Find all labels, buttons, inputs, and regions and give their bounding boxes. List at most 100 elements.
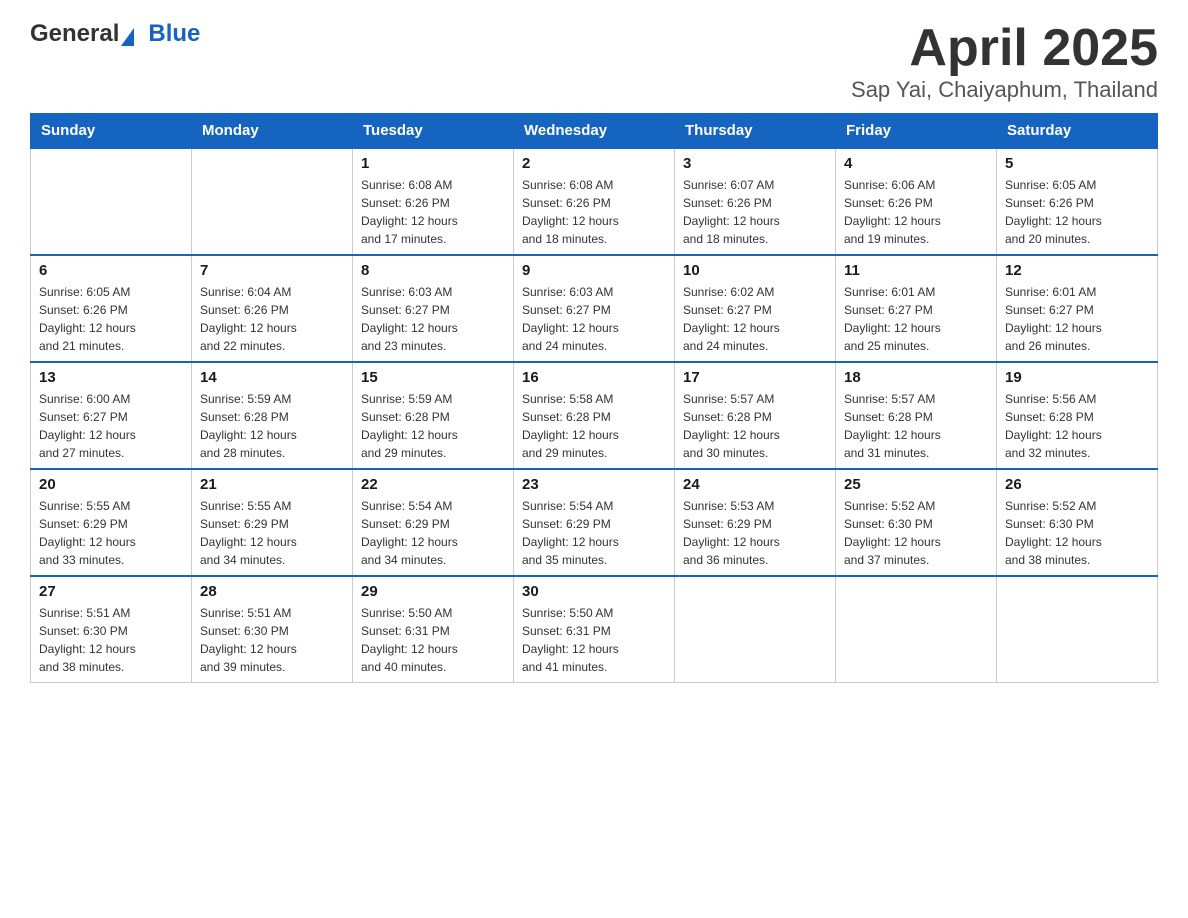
day-number: 26 bbox=[1005, 476, 1149, 493]
day-info: Sunrise: 6:00 AM Sunset: 6:27 PM Dayligh… bbox=[39, 390, 183, 462]
day-number: 15 bbox=[361, 369, 505, 386]
day-info: Sunrise: 6:08 AM Sunset: 6:26 PM Dayligh… bbox=[361, 176, 505, 248]
day-info: Sunrise: 5:59 AM Sunset: 6:28 PM Dayligh… bbox=[200, 390, 344, 462]
calendar-cell: 7 Sunrise: 6:04 AM Sunset: 6:26 PM Daylig… bbox=[192, 255, 353, 362]
calendar-cell: 18 Sunrise: 5:57 AM Sunset: 6:28 PM Dayli… bbox=[836, 362, 997, 469]
calendar-cell: 21 Sunrise: 5:55 AM Sunset: 6:29 PM Dayli… bbox=[192, 469, 353, 576]
day-number: 12 bbox=[1005, 262, 1149, 279]
calendar-cell: 28 Sunrise: 5:51 AM Sunset: 6:30 PM Dayli… bbox=[192, 576, 353, 683]
day-info: Sunrise: 5:53 AM Sunset: 6:29 PM Dayligh… bbox=[683, 497, 827, 569]
day-number: 17 bbox=[683, 369, 827, 386]
calendar-cell: 9 Sunrise: 6:03 AM Sunset: 6:27 PM Daylig… bbox=[514, 255, 675, 362]
calendar-cell: 29Sunrise: 5:50 AM Sunset: 6:31 PM Dayli… bbox=[353, 576, 514, 683]
calendar-cell: 12 Sunrise: 6:01 AM Sunset: 6:27 PM Dayli… bbox=[997, 255, 1158, 362]
day-of-week-header: Wednesday bbox=[514, 114, 675, 149]
day-info: Sunrise: 5:56 AM Sunset: 6:28 PM Dayligh… bbox=[1005, 390, 1149, 462]
day-number: 4 bbox=[844, 155, 988, 172]
day-number: 28 bbox=[200, 583, 344, 600]
calendar-cell: 17 Sunrise: 5:57 AM Sunset: 6:28 PM Dayli… bbox=[675, 362, 836, 469]
day-info: Sunrise: 6:01 AM Sunset: 6:27 PM Dayligh… bbox=[1005, 283, 1149, 355]
calendar-cell: 2 Sunrise: 6:08 AM Sunset: 6:26 PM Daylig… bbox=[514, 148, 675, 255]
day-number: 7 bbox=[200, 262, 344, 279]
day-of-week-header: Friday bbox=[836, 114, 997, 149]
calendar-cell: 14 Sunrise: 5:59 AM Sunset: 6:28 PM Dayli… bbox=[192, 362, 353, 469]
calendar-cell: 6 Sunrise: 6:05 AM Sunset: 6:26 PM Daylig… bbox=[31, 255, 192, 362]
day-number: 2 bbox=[522, 155, 666, 172]
page-title: April 2025 bbox=[851, 20, 1158, 77]
day-info: Sunrise: 5:54 AM Sunset: 6:29 PM Dayligh… bbox=[361, 497, 505, 569]
day-number: 16 bbox=[522, 369, 666, 386]
day-info: Sunrise: 5:57 AM Sunset: 6:28 PM Dayligh… bbox=[844, 390, 988, 462]
calendar-cell bbox=[836, 576, 997, 683]
day-info: Sunrise: 5:55 AM Sunset: 6:29 PM Dayligh… bbox=[39, 497, 183, 569]
calendar-cell bbox=[192, 148, 353, 255]
day-info: Sunrise: 6:06 AM Sunset: 6:26 PM Dayligh… bbox=[844, 176, 988, 248]
day-number: 6 bbox=[39, 262, 183, 279]
logo-triangle-icon bbox=[121, 28, 134, 46]
day-info: Sunrise: 6:07 AM Sunset: 6:26 PM Dayligh… bbox=[683, 176, 827, 248]
day-info: Sunrise: 6:03 AM Sunset: 6:27 PM Dayligh… bbox=[522, 283, 666, 355]
day-number: 25 bbox=[844, 476, 988, 493]
calendar-cell: 3 Sunrise: 6:07 AM Sunset: 6:26 PM Daylig… bbox=[675, 148, 836, 255]
day-info: Sunrise: 5:54 AM Sunset: 6:29 PM Dayligh… bbox=[522, 497, 666, 569]
calendar-week-row: 13Sunrise: 6:00 AM Sunset: 6:27 PM Dayli… bbox=[31, 362, 1158, 469]
calendar-cell: 5Sunrise: 6:05 AM Sunset: 6:26 PM Daylig… bbox=[997, 148, 1158, 255]
day-info: Sunrise: 6:01 AM Sunset: 6:27 PM Dayligh… bbox=[844, 283, 988, 355]
calendar-cell: 11 Sunrise: 6:01 AM Sunset: 6:27 PM Dayli… bbox=[836, 255, 997, 362]
calendar-cell: 1 Sunrise: 6:08 AM Sunset: 6:26 PM Daylig… bbox=[353, 148, 514, 255]
calendar-cell: 10Sunrise: 6:02 AM Sunset: 6:27 PM Dayli… bbox=[675, 255, 836, 362]
day-number: 14 bbox=[200, 369, 344, 386]
day-number: 30 bbox=[522, 583, 666, 600]
day-number: 8 bbox=[361, 262, 505, 279]
day-info: Sunrise: 6:02 AM Sunset: 6:27 PM Dayligh… bbox=[683, 283, 827, 355]
day-info: Sunrise: 5:51 AM Sunset: 6:30 PM Dayligh… bbox=[39, 604, 183, 676]
logo-general: General bbox=[30, 20, 119, 48]
calendar-cell bbox=[675, 576, 836, 683]
day-info: Sunrise: 6:05 AM Sunset: 6:26 PM Dayligh… bbox=[1005, 176, 1149, 248]
calendar-cell: 27 Sunrise: 5:51 AM Sunset: 6:30 PM Dayli… bbox=[31, 576, 192, 683]
day-of-week-header: Sunday bbox=[31, 114, 192, 149]
calendar-cell: 20 Sunrise: 5:55 AM Sunset: 6:29 PM Dayli… bbox=[31, 469, 192, 576]
calendar-cell bbox=[31, 148, 192, 255]
day-of-week-header: Monday bbox=[192, 114, 353, 149]
day-info: Sunrise: 5:59 AM Sunset: 6:28 PM Dayligh… bbox=[361, 390, 505, 462]
page-subtitle: Sap Yai, Chaiyaphum, Thailand bbox=[851, 77, 1158, 103]
day-info: Sunrise: 5:51 AM Sunset: 6:30 PM Dayligh… bbox=[200, 604, 344, 676]
day-info: Sunrise: 5:50 AM Sunset: 6:31 PM Dayligh… bbox=[522, 604, 666, 676]
day-number: 1 bbox=[361, 155, 505, 172]
logo: General Blue bbox=[30, 20, 200, 48]
title-block: April 2025 Sap Yai, Chaiyaphum, Thailand bbox=[851, 20, 1158, 103]
calendar-cell: 16Sunrise: 5:58 AM Sunset: 6:28 PM Dayli… bbox=[514, 362, 675, 469]
day-number: 21 bbox=[200, 476, 344, 493]
day-info: Sunrise: 6:04 AM Sunset: 6:26 PM Dayligh… bbox=[200, 283, 344, 355]
day-number: 3 bbox=[683, 155, 827, 172]
day-number: 20 bbox=[39, 476, 183, 493]
calendar-cell: 19 Sunrise: 5:56 AM Sunset: 6:28 PM Dayli… bbox=[997, 362, 1158, 469]
calendar-cell: 30 Sunrise: 5:50 AM Sunset: 6:31 PM Dayli… bbox=[514, 576, 675, 683]
day-info: Sunrise: 6:08 AM Sunset: 6:26 PM Dayligh… bbox=[522, 176, 666, 248]
page-header: General Blue April 2025 Sap Yai, Chaiyap… bbox=[30, 20, 1158, 103]
calendar-week-row: 1 Sunrise: 6:08 AM Sunset: 6:26 PM Daylig… bbox=[31, 148, 1158, 255]
day-of-week-header: Thursday bbox=[675, 114, 836, 149]
day-info: Sunrise: 5:52 AM Sunset: 6:30 PM Dayligh… bbox=[1005, 497, 1149, 569]
day-number: 19 bbox=[1005, 369, 1149, 386]
calendar-cell: 8Sunrise: 6:03 AM Sunset: 6:27 PM Daylig… bbox=[353, 255, 514, 362]
day-number: 23 bbox=[522, 476, 666, 493]
day-number: 29 bbox=[361, 583, 505, 600]
day-number: 18 bbox=[844, 369, 988, 386]
day-number: 9 bbox=[522, 262, 666, 279]
day-info: Sunrise: 5:55 AM Sunset: 6:29 PM Dayligh… bbox=[200, 497, 344, 569]
calendar-header-row: SundayMondayTuesdayWednesdayThursdayFrid… bbox=[31, 114, 1158, 149]
day-of-week-header: Saturday bbox=[997, 114, 1158, 149]
day-info: Sunrise: 5:52 AM Sunset: 6:30 PM Dayligh… bbox=[844, 497, 988, 569]
calendar-cell: 23 Sunrise: 5:54 AM Sunset: 6:29 PM Dayli… bbox=[514, 469, 675, 576]
day-info: Sunrise: 5:57 AM Sunset: 6:28 PM Dayligh… bbox=[683, 390, 827, 462]
day-info: Sunrise: 6:05 AM Sunset: 6:26 PM Dayligh… bbox=[39, 283, 183, 355]
calendar-cell: 4 Sunrise: 6:06 AM Sunset: 6:26 PM Daylig… bbox=[836, 148, 997, 255]
day-number: 27 bbox=[39, 583, 183, 600]
day-number: 22 bbox=[361, 476, 505, 493]
logo-blue: Blue bbox=[148, 20, 200, 48]
calendar-cell: 26 Sunrise: 5:52 AM Sunset: 6:30 PM Dayli… bbox=[997, 469, 1158, 576]
calendar-cell: 25 Sunrise: 5:52 AM Sunset: 6:30 PM Dayli… bbox=[836, 469, 997, 576]
day-number: 11 bbox=[844, 262, 988, 279]
